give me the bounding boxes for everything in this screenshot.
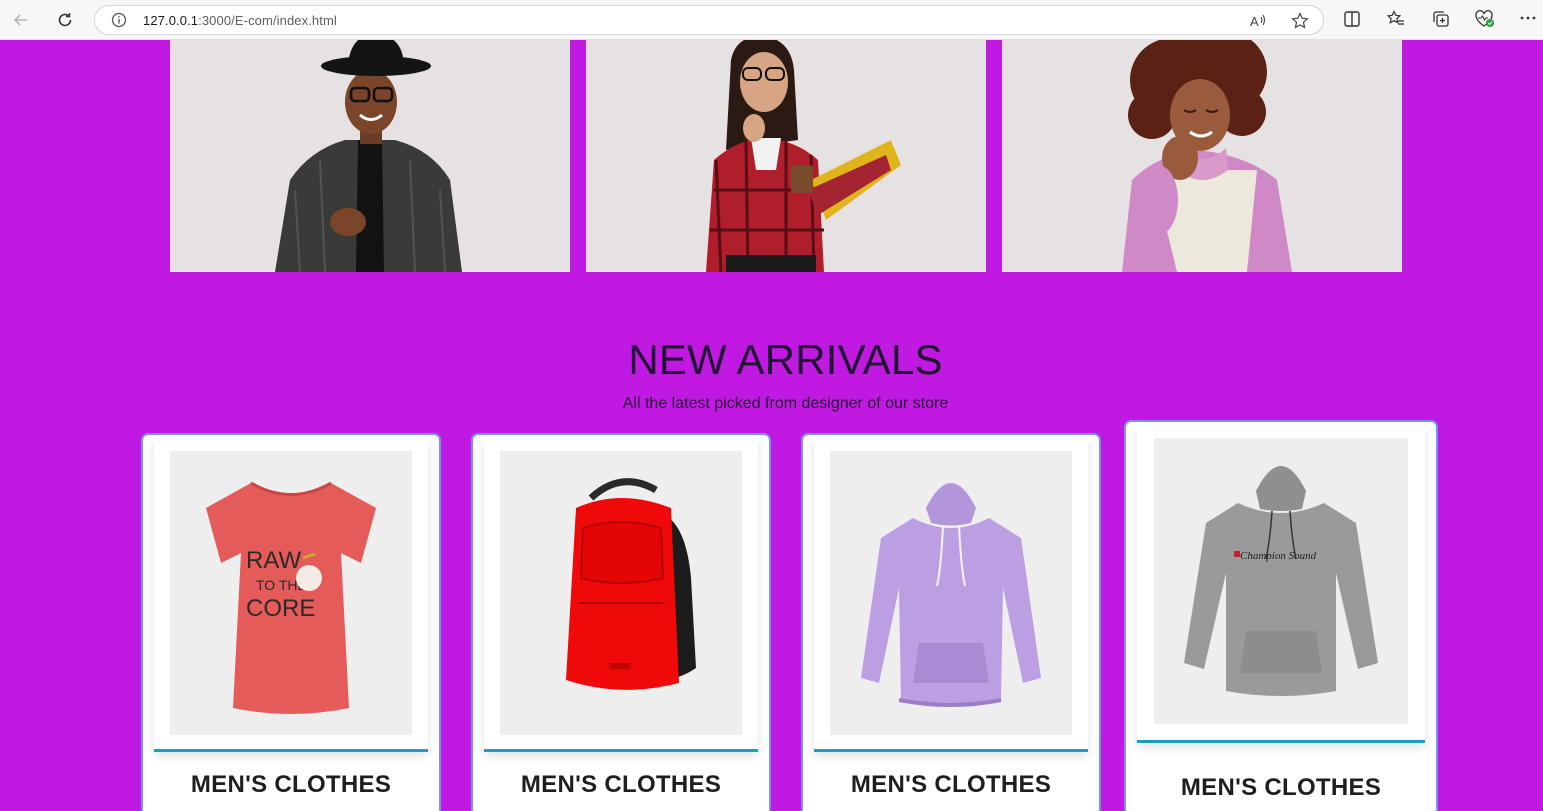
reload-icon [58, 13, 72, 27]
woman-with-folders-illustration [706, 40, 901, 272]
svg-text:A: A [1250, 14, 1259, 29]
product-card[interactable]: MEN'S CLOTHES [471, 433, 771, 811]
red-tshirt-icon: RAW TO THE CORE [206, 481, 376, 714]
product-image-red-tshirt[interactable]: RAW TO THE CORE [170, 451, 412, 735]
performance-heart-icon[interactable] [1474, 9, 1496, 29]
address-bar[interactable]: 127.0.0.1:3000/E-com/index.html A [94, 5, 1324, 35]
product-image-frame: Champion Sound [1137, 427, 1425, 743]
product-image-red-backpack[interactable] [500, 451, 742, 735]
svg-text:RAW: RAW [246, 547, 301, 574]
arrow-left-icon [13, 14, 27, 26]
grey-hoodie-icon: Champion Sound [1184, 466, 1378, 696]
back-button[interactable] [8, 7, 34, 33]
product-image-lavender-hoodie[interactable] [830, 451, 1072, 735]
product-title[interactable]: MEN'S CLOTHES [143, 771, 439, 799]
product-image-frame [484, 440, 758, 752]
product-title[interactable]: MEN'S CLOTHES [803, 771, 1099, 799]
split-screen-icon[interactable] [1342, 9, 1362, 29]
product-image-frame: RAW TO THE CORE [154, 440, 428, 752]
product-title[interactable]: MEN'S CLOTHES [473, 771, 769, 799]
product-card[interactable]: RAW TO THE CORE MEN'S CLOTHES [141, 433, 441, 811]
product-image-frame [814, 440, 1088, 752]
svg-text:CORE: CORE [246, 595, 315, 622]
svg-text:Champion Sound: Champion Sound [1240, 550, 1317, 562]
woman-curly-hair-illustration [1122, 40, 1292, 272]
read-aloud-icon[interactable]: A [1248, 11, 1268, 31]
hero-image-woman-curly-hair [1002, 40, 1402, 272]
more-menu-icon[interactable] [1518, 8, 1538, 28]
info-icon[interactable] [111, 12, 127, 28]
product-card[interactable]: MEN'S CLOTHES [801, 433, 1101, 811]
hero-image-man-in-hat [170, 40, 570, 272]
url-host: 127.0.0.1 [143, 13, 199, 28]
url-path: :3000/E-com/index.html [198, 13, 337, 28]
section-title: NEW ARRIVALS [628, 336, 943, 383]
lavender-hoodie-icon [861, 483, 1041, 707]
red-backpack-icon [566, 478, 696, 690]
collections-icon[interactable] [1431, 9, 1451, 29]
reload-button[interactable] [52, 7, 78, 33]
product-card[interactable]: Champion Sound MEN'S CLOTHES [1124, 420, 1438, 811]
browser-toolbar: 127.0.0.1:3000/E-com/index.html A [0, 0, 1543, 40]
star-icon[interactable] [1290, 11, 1310, 31]
hero-image-woman-with-folders [586, 40, 986, 272]
man-in-hat-illustration [275, 40, 462, 272]
url-text: 127.0.0.1:3000/E-com/index.html [143, 13, 337, 28]
product-title[interactable]: MEN'S CLOTHES [1126, 774, 1436, 802]
favorites-icon[interactable] [1386, 9, 1406, 29]
section-subtitle: All the latest picked from designer of o… [622, 395, 949, 412]
product-image-grey-hoodie[interactable]: Champion Sound [1154, 438, 1408, 724]
